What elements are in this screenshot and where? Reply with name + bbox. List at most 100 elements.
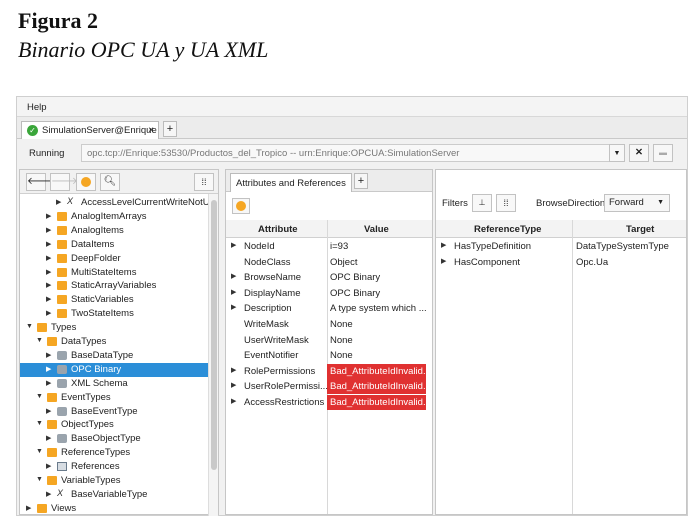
- refresh-button[interactable]: [76, 173, 96, 191]
- expand-down-icon[interactable]: ▼: [36, 393, 44, 400]
- attribute-row[interactable]: ▶ RolePermissions Bad_AttributeIdInvalid..…: [226, 363, 426, 379]
- tree-node[interactable]: ▶ XML Schema: [20, 377, 208, 391]
- expand-right-icon[interactable]: ▶: [231, 381, 239, 389]
- col-target[interactable]: Target: [626, 224, 654, 235]
- expand-right-icon[interactable]: ▶: [46, 254, 54, 262]
- expand-right-icon[interactable]: ▶: [231, 303, 239, 311]
- expand-right-icon[interactable]: ▶: [441, 257, 449, 265]
- attributes-tab[interactable]: Attributes and References: [230, 173, 352, 192]
- search-button[interactable]: 🔍︎: [100, 173, 120, 191]
- session-tab[interactable]: ✓ SimulationServer@Enrique ×: [21, 121, 159, 139]
- expand-right-icon[interactable]: ▶: [46, 351, 54, 359]
- expand-right-icon[interactable]: ▶: [231, 241, 239, 249]
- tree-node[interactable]: ▼ ReferenceTypes: [20, 446, 208, 460]
- menu-help[interactable]: Help: [27, 102, 47, 113]
- expand-right-icon[interactable]: ▶: [46, 407, 54, 415]
- forward-button[interactable]: 🡒: [50, 173, 78, 191]
- expand-right-icon[interactable]: ▶: [231, 366, 239, 374]
- tree-node[interactable]: ▶X AccessLevelCurrentWriteNotUser: [20, 196, 208, 210]
- variable-type-icon: X: [57, 487, 64, 498]
- server-url-field[interactable]: opc.tcp://Enrique:53530/Productos_del_Tr…: [81, 144, 611, 162]
- expand-right-icon[interactable]: ▶: [231, 397, 239, 405]
- disconnect-button[interactable]: ✕: [629, 144, 649, 162]
- back-button[interactable]: 🡐: [26, 173, 54, 191]
- tree-node[interactable]: ▶ OPC Binary: [20, 362, 208, 377]
- expand-down-icon[interactable]: ▼: [26, 323, 34, 330]
- tree-node[interactable]: ▼ VariableTypes: [20, 474, 208, 488]
- expand-right-icon[interactable]: ▶: [46, 281, 54, 289]
- refresh-attributes-button[interactable]: [232, 198, 250, 214]
- expand-right-icon[interactable]: ▶: [46, 365, 54, 373]
- expand-right-icon[interactable]: ▶: [46, 490, 54, 498]
- expand-right-icon[interactable]: ▶: [231, 288, 239, 296]
- tree-node[interactable]: ▶ BaseDataType: [20, 349, 208, 363]
- layout-button[interactable]: ⁞⁞: [194, 173, 214, 191]
- filter-grid-button[interactable]: ⁞⁞: [496, 194, 516, 212]
- expand-right-icon[interactable]: ▶: [231, 272, 239, 280]
- tree-node[interactable]: ▶ StaticVariables: [20, 293, 208, 307]
- attribute-row[interactable]: ▶ AccessRestrictions Bad_AttributeIdInvali…: [226, 395, 426, 410]
- expand-down-icon[interactable]: ▼: [36, 448, 44, 455]
- url-dropdown-button[interactable]: ▼: [609, 144, 625, 162]
- filter-tree-button[interactable]: ⊥: [472, 194, 492, 212]
- expand-right-icon[interactable]: ▶: [46, 268, 54, 276]
- browse-direction-select[interactable]: Forward ▼: [604, 194, 670, 212]
- tree-node[interactable]: ▶ StaticArrayVariables: [20, 279, 208, 293]
- expand-down-icon[interactable]: ▼: [36, 476, 44, 483]
- expand-right-icon[interactable]: ▶: [441, 241, 449, 249]
- col-value[interactable]: Value: [364, 224, 389, 235]
- tree-node[interactable]: ▶ TwoStateItems: [20, 307, 208, 321]
- attribute-row[interactable]: ▶ DisplayName OPC Binary: [226, 286, 426, 301]
- tree-node[interactable]: ▼ ObjectTypes: [20, 418, 208, 432]
- expand-right-icon[interactable]: ▶: [46, 295, 54, 303]
- tree-node[interactable]: ▶ BaseObjectType: [20, 432, 208, 446]
- attribute-row[interactable]: WriteMask None: [226, 317, 426, 332]
- tree-node[interactable]: ▶ AnalogItems: [20, 224, 208, 238]
- attribute-row[interactable]: ▶ UserRolePermissi... Bad_AttributeIdInval…: [226, 379, 426, 395]
- tree-node[interactable]: ▶ DataItems: [20, 238, 208, 252]
- security-button[interactable]: ▬: [653, 144, 673, 162]
- close-icon: ✕: [635, 147, 643, 158]
- tree-node[interactable]: ▶ BaseEventType: [20, 405, 208, 419]
- connection-bar: Running opc.tcp://Enrique:53530/Producto…: [17, 140, 687, 166]
- attribute-row[interactable]: ▶ BrowseName OPC Binary: [226, 270, 426, 285]
- expand-right-icon[interactable]: ▶: [46, 240, 54, 248]
- attribute-row[interactable]: UserWriteMask None: [226, 333, 426, 348]
- close-tab-icon[interactable]: ×: [148, 125, 154, 136]
- tree-node[interactable]: ▶ DeepFolder: [20, 252, 208, 266]
- scroll-thumb[interactable]: [211, 200, 217, 470]
- expand-right-icon[interactable]: ▶: [56, 198, 64, 206]
- grid-icon: ⁞⁞: [201, 177, 207, 187]
- tree-node[interactable]: ▶ X BaseVariableType: [20, 488, 208, 502]
- col-attribute[interactable]: Attribute: [258, 224, 298, 235]
- expand-down-icon[interactable]: ▼: [36, 337, 44, 344]
- expand-right-icon[interactable]: ▶: [46, 212, 54, 220]
- col-reference-type[interactable]: ReferenceType: [474, 224, 541, 235]
- tree-node[interactable]: ▶ Views: [20, 502, 208, 516]
- tree-node-label: DeepFolder: [71, 252, 121, 264]
- expand-right-icon[interactable]: ▶: [46, 434, 54, 442]
- attribute-row[interactable]: NodeClass Object: [226, 255, 426, 270]
- attribute-name: BrowseName: [244, 272, 302, 284]
- tree-node[interactable]: ▶ MultiStateItems: [20, 266, 208, 280]
- add-view-tab-button[interactable]: +: [354, 173, 368, 189]
- attribute-row[interactable]: ▶ Description A type system which ...: [226, 301, 426, 316]
- expand-right-icon[interactable]: ▶: [46, 226, 54, 234]
- tree-scrollbar[interactable]: [208, 194, 218, 516]
- add-tab-button[interactable]: +: [163, 121, 177, 137]
- tree-node[interactable]: ▼ EventTypes: [20, 391, 208, 405]
- expand-right-icon[interactable]: ▶: [26, 504, 34, 512]
- expand-down-icon[interactable]: ▼: [36, 420, 44, 427]
- tree-node[interactable]: ▶ AnalogItemArrays: [20, 210, 208, 224]
- expand-right-icon[interactable]: ▶: [46, 462, 54, 470]
- attribute-row[interactable]: EventNotifier None: [226, 348, 426, 363]
- tree-node[interactable]: ▼ Types: [20, 321, 208, 335]
- expand-right-icon[interactable]: ▶: [46, 379, 54, 387]
- tree-node[interactable]: ▶ References: [20, 460, 208, 474]
- tree-node[interactable]: ▼ DataTypes: [20, 335, 208, 349]
- attribute-row[interactable]: ▶ NodeId i=93: [226, 239, 426, 254]
- reference-row[interactable]: ▶ HasComponent Opc.Ua: [436, 255, 688, 270]
- expand-right-icon[interactable]: ▶: [46, 309, 54, 317]
- reference-row[interactable]: ▶ HasTypeDefinition DataTypeSystemType: [436, 239, 688, 254]
- folder-icon: [57, 309, 67, 319]
